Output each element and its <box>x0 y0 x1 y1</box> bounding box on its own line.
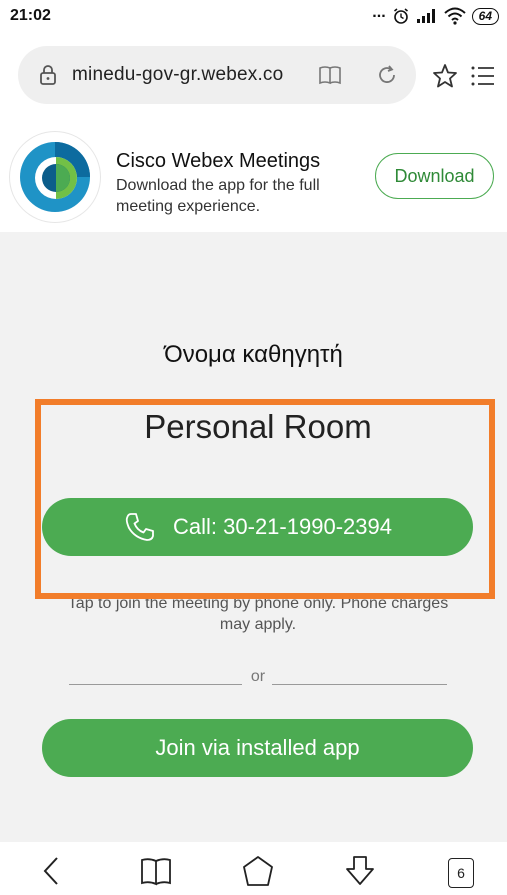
reader-mode-icon[interactable] <box>318 63 342 87</box>
tabs-icon[interactable]: 6 <box>448 858 474 888</box>
status-icons: ... 64 <box>372 4 499 26</box>
bottom-navigation: 6 <box>0 842 507 895</box>
status-bar: 21:02 ... 64 <box>0 0 507 32</box>
divider-right <box>272 684 447 685</box>
downloads-icon[interactable] <box>343 854 377 888</box>
join-app-button[interactable]: Join via installed app <box>42 719 473 777</box>
status-time: 21:02 <box>10 7 51 24</box>
battery-icon: 64 <box>471 7 499 25</box>
url-text: minedu-gov-gr.webex.co <box>72 64 284 85</box>
signal-icon <box>416 9 435 23</box>
home-icon[interactable] <box>241 854 275 888</box>
back-icon[interactable] <box>35 854 69 888</box>
star-icon[interactable] <box>432 63 458 89</box>
host-name: Όνομα καθηγητή <box>164 341 343 368</box>
browser-toolbar: minedu-gov-gr.webex.co <box>0 32 507 120</box>
lock-icon <box>40 65 56 85</box>
address-bar[interactable]: minedu-gov-gr.webex.co <box>18 46 416 104</box>
reload-icon[interactable] <box>375 63 399 87</box>
app-name: Cisco Webex Meetings <box>116 150 321 172</box>
app-description: Download the app for the full meeting ex… <box>116 177 320 215</box>
menu-icon[interactable] <box>470 63 496 89</box>
more-dots: ... <box>372 4 386 21</box>
highlight-box <box>35 399 495 599</box>
join-app-label: Join via installed app <box>155 735 360 760</box>
bookmarks-icon[interactable] <box>139 854 173 888</box>
download-button[interactable]: Download <box>375 153 494 199</box>
phone-note: Tap to join the meeting by phone only. P… <box>67 595 449 633</box>
wifi-icon <box>443 7 466 25</box>
webex-logo <box>10 132 100 222</box>
app-banner: Cisco Webex Meetings Download the app fo… <box>0 120 507 232</box>
webex-logo-icon <box>20 142 90 212</box>
alarm-icon <box>393 8 408 24</box>
